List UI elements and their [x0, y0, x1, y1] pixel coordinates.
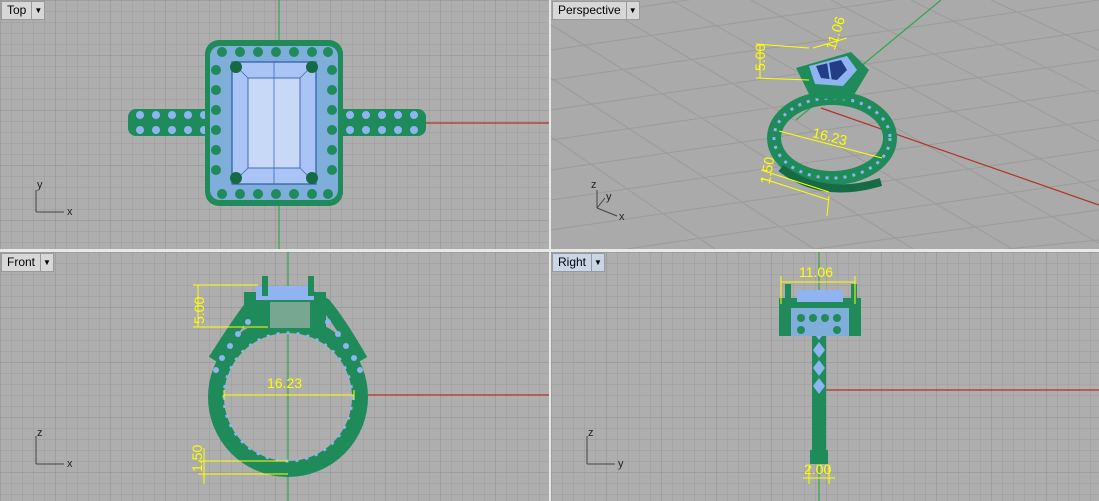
viewport-label-front: Front	[7, 255, 36, 269]
viewport-front[interactable]: 5.00 16.23 1.50 z x Front ▼	[0, 252, 549, 501]
svg-text:y: y	[37, 179, 43, 191]
top-scene: y x	[0, 0, 549, 249]
chevron-down-icon[interactable]: ▼	[31, 2, 44, 19]
viewport-tab-perspective[interactable]: Perspective ▼	[552, 1, 640, 20]
svg-text:x: x	[67, 206, 73, 218]
viewport-tab-front[interactable]: Front ▼	[1, 253, 55, 272]
dimension-label: 1.50	[189, 445, 205, 472]
viewport-tab-top[interactable]: Top ▼	[1, 1, 46, 20]
viewport-perspective[interactable]: 11.06 5.00 16.23 1.50 z x y Perspective …	[551, 0, 1099, 249]
svg-text:x: x	[619, 211, 625, 223]
viewport-tab-right[interactable]: Right ▼	[552, 253, 606, 272]
chevron-down-icon[interactable]: ▼	[591, 254, 604, 271]
svg-text:z: z	[37, 427, 43, 439]
front-scene: 5.00 16.23 1.50 z x	[0, 252, 549, 501]
perspective-scene: 11.06 5.00 16.23 1.50 z x y	[551, 0, 1099, 249]
dimension-label: 11.06	[799, 264, 833, 280]
right-scene: 11.06 2.00 z y	[551, 252, 1099, 501]
svg-text:z: z	[588, 427, 594, 439]
viewport-divider-vertical[interactable]	[549, 0, 551, 501]
svg-text:y: y	[606, 191, 612, 203]
dimension-label: 5.00	[191, 297, 207, 324]
svg-text:y: y	[618, 458, 624, 470]
viewport-label-top: Top	[7, 3, 27, 17]
viewport-label-perspective: Perspective	[558, 3, 621, 17]
dimension-label: 5.00	[752, 44, 768, 71]
svg-text:z: z	[591, 179, 597, 191]
viewport-right[interactable]: 11.06 2.00 z y Right ▼	[551, 252, 1099, 501]
dimension-label: 16.23	[267, 375, 302, 391]
viewport-top[interactable]: y x Top ▼	[0, 0, 549, 249]
chevron-down-icon[interactable]: ▼	[40, 254, 53, 271]
viewport-label-right: Right	[558, 255, 587, 269]
svg-text:x: x	[67, 458, 73, 470]
chevron-down-icon[interactable]: ▼	[625, 2, 639, 19]
dimension-label: 2.00	[804, 461, 831, 477]
